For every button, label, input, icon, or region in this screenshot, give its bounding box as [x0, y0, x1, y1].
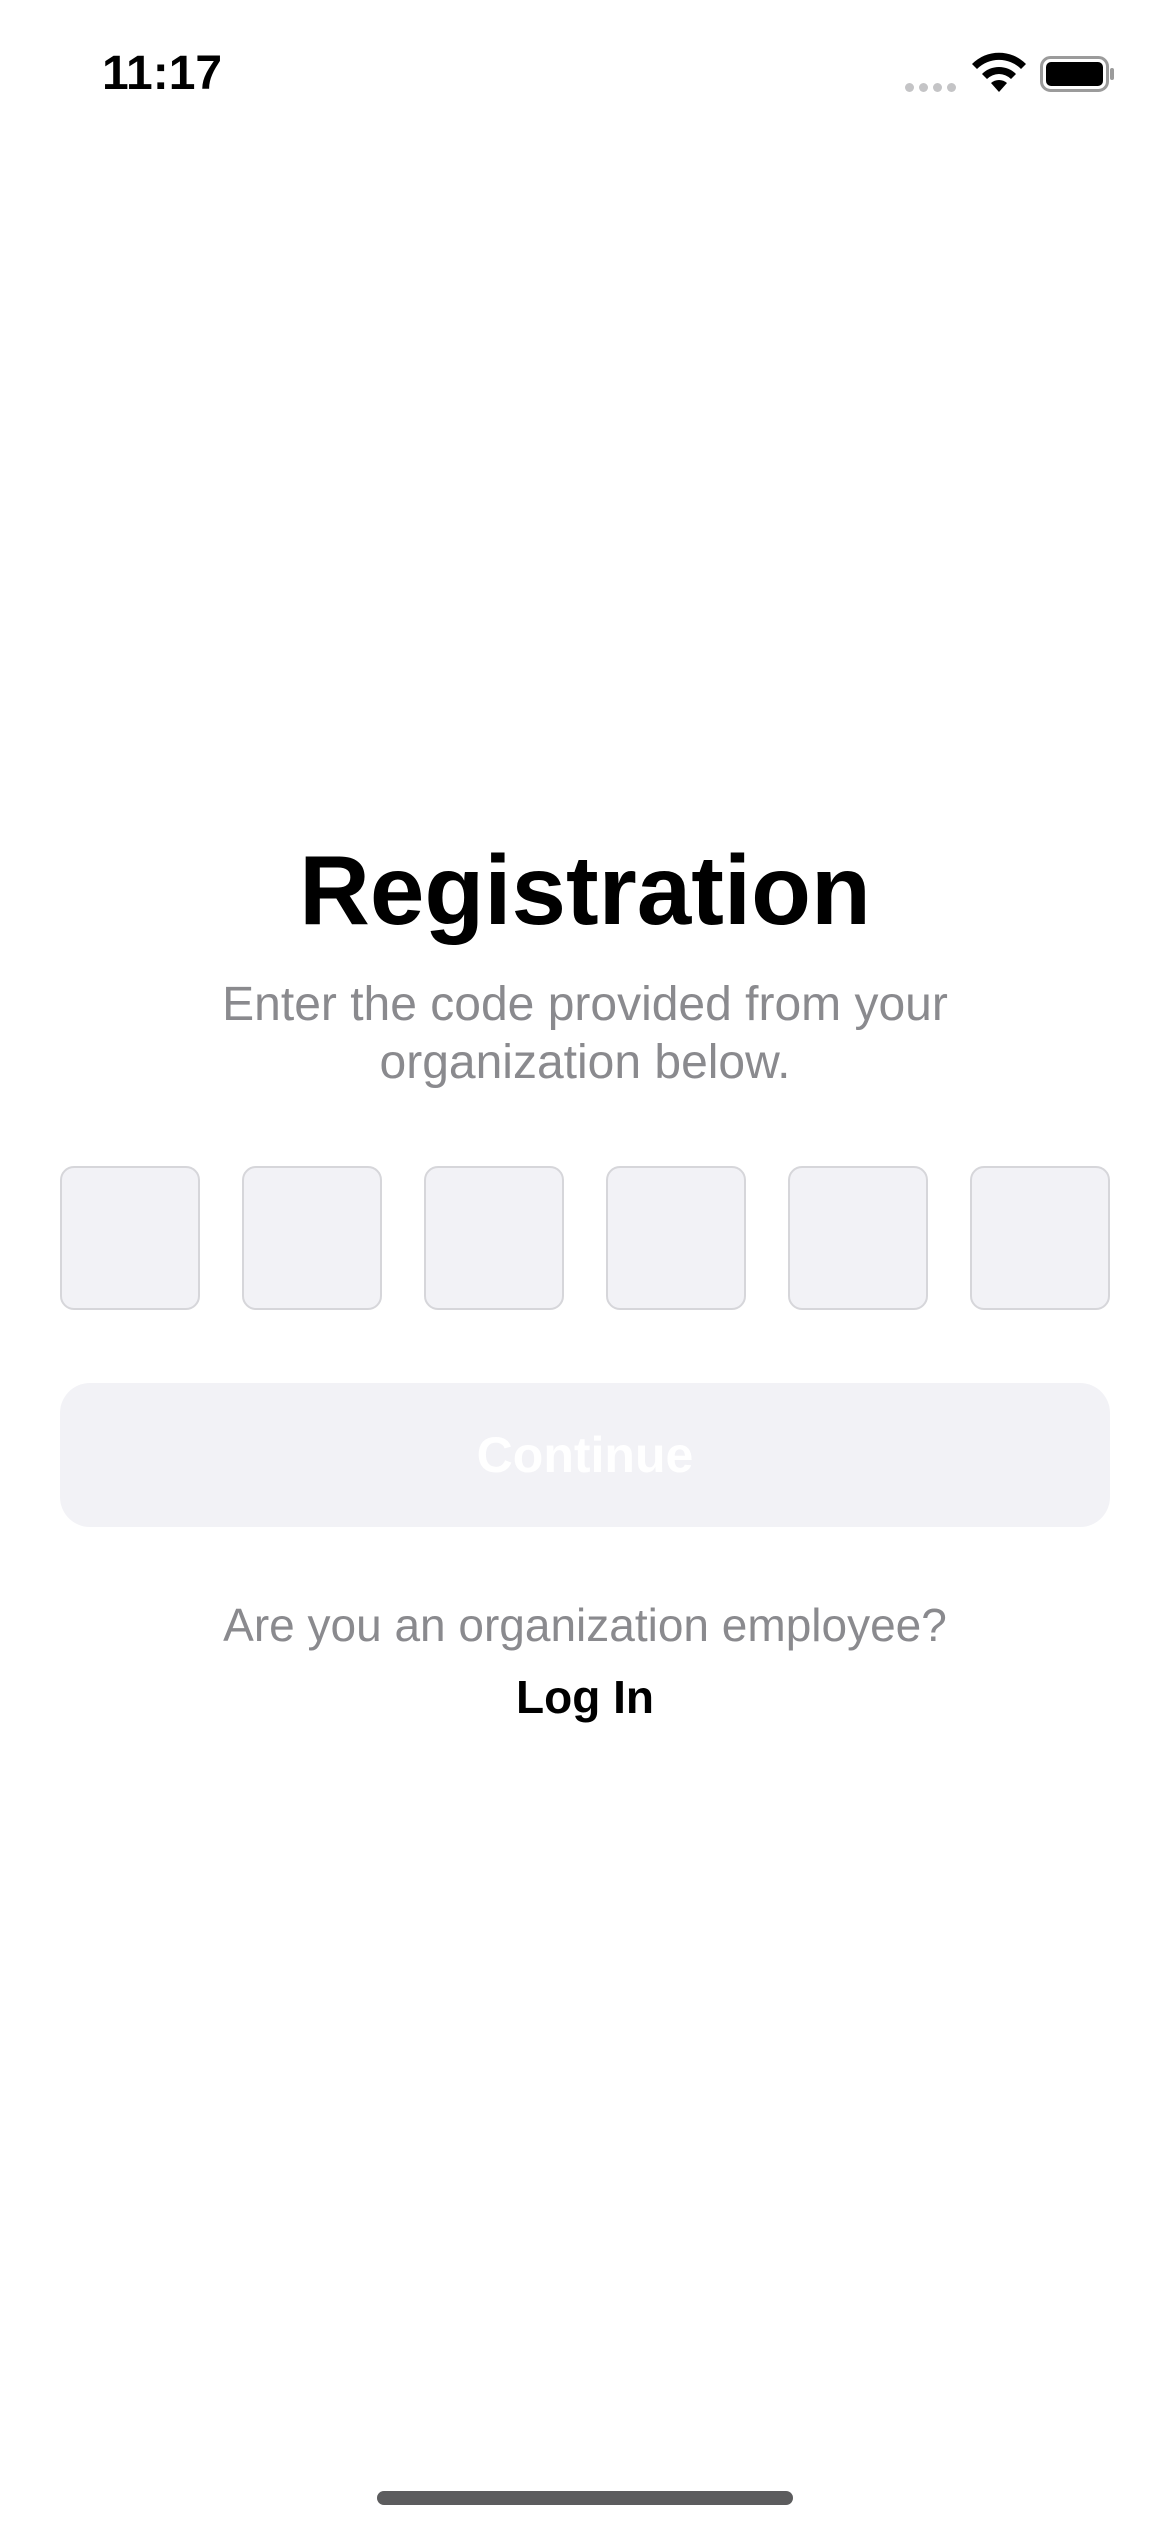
home-indicator[interactable]	[377, 2491, 793, 2505]
code-digit-3[interactable]	[424, 1166, 564, 1310]
subtitle: Enter the code provided from your organi…	[222, 978, 948, 1089]
employee-question: Are you an organization employee?	[223, 1599, 947, 1651]
status-bar: 11:17	[0, 0, 1170, 150]
code-input-row	[60, 1166, 1110, 1310]
code-digit-2[interactable]	[242, 1166, 382, 1310]
status-time: 11:17	[102, 47, 223, 100]
code-digit-4[interactable]	[606, 1166, 746, 1310]
login-link[interactable]: Log In	[485, 1668, 685, 1726]
code-digit-6[interactable]	[970, 1166, 1110, 1310]
battery-icon	[1040, 56, 1114, 92]
wifi-icon	[972, 52, 1026, 92]
code-digit-5[interactable]	[788, 1166, 928, 1310]
continue-button[interactable]: Continue	[60, 1383, 1110, 1527]
signal-icon	[905, 80, 961, 94]
page-title: Registration	[299, 835, 871, 945]
code-digit-1[interactable]	[60, 1166, 200, 1310]
